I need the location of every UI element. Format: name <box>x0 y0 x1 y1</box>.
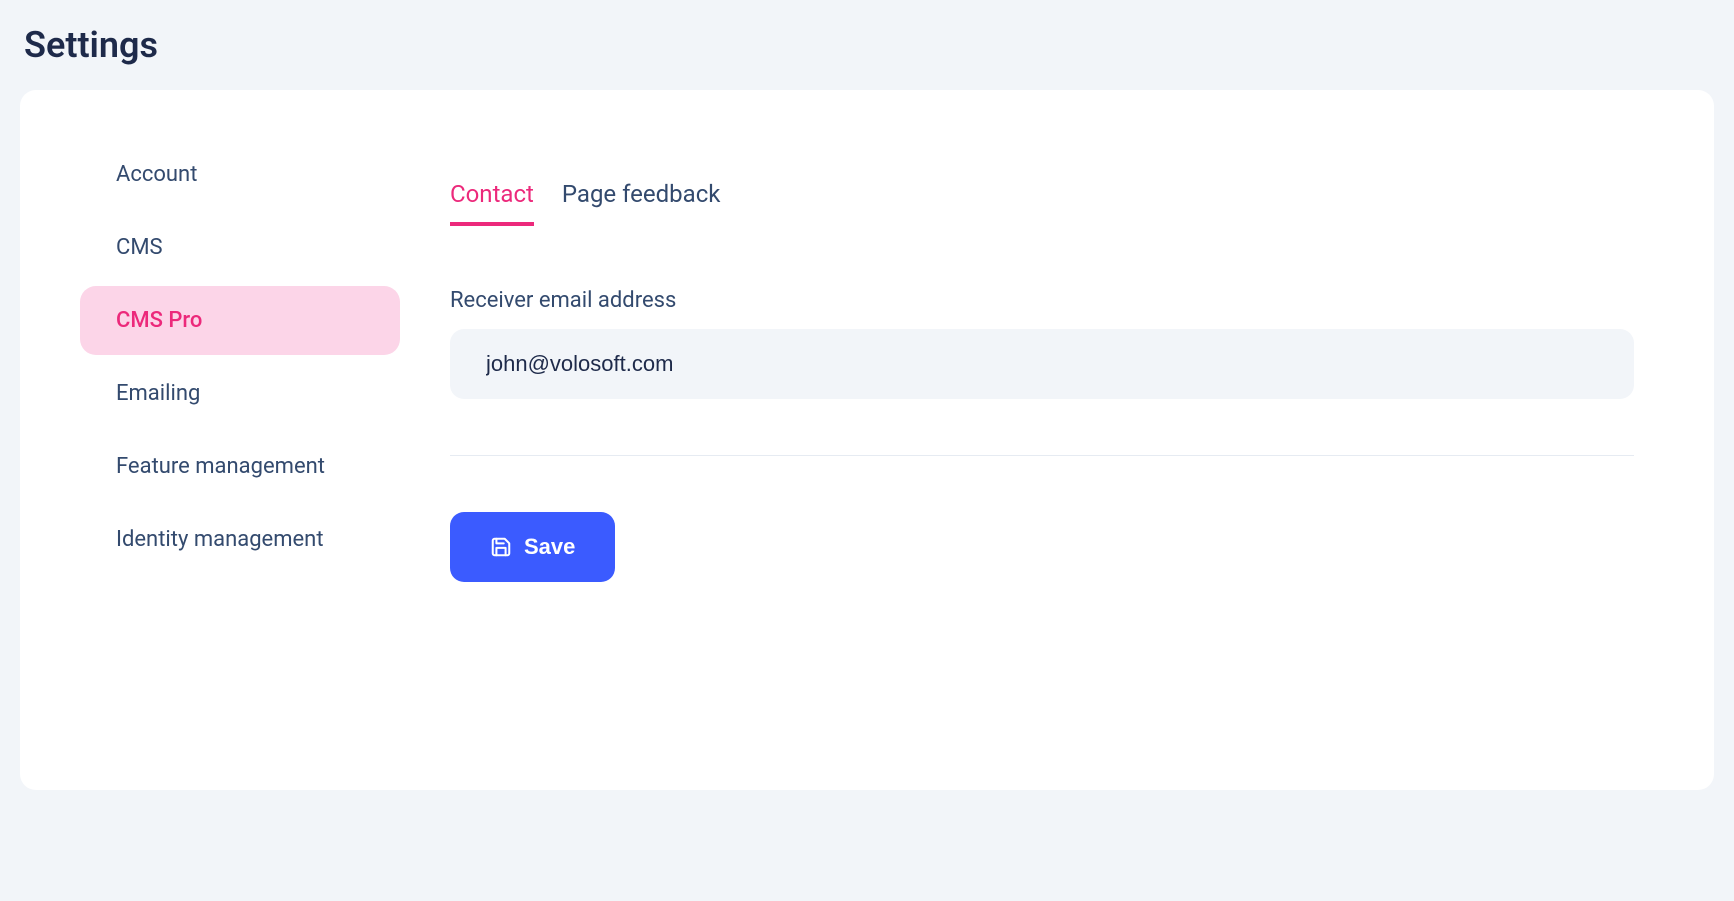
save-button[interactable]: Save <box>450 512 615 582</box>
sidebar-item-label: Identity management <box>116 527 324 552</box>
sidebar-item-account[interactable]: Account <box>80 140 400 209</box>
tab-contact[interactable]: Contact <box>450 180 534 224</box>
divider <box>450 455 1634 456</box>
tabs: Contact Page feedback <box>450 180 1634 224</box>
receiver-email-input[interactable] <box>450 329 1634 399</box>
save-button-label: Save <box>524 534 575 560</box>
sidebar-item-label: CMS <box>116 235 163 260</box>
sidebar-item-label: Emailing <box>116 381 200 406</box>
sidebar-item-label: Feature management <box>116 454 325 479</box>
sidebar-item-label: CMS Pro <box>116 308 202 333</box>
receiver-email-label: Receiver email address <box>450 288 1634 313</box>
main-content: Contact Page feedback Receiver email add… <box>450 140 1634 720</box>
sidebar-item-emailing[interactable]: Emailing <box>80 359 400 428</box>
settings-panel: Account CMS CMS Pro Emailing Feature man… <box>20 90 1714 790</box>
sidebar: Account CMS CMS Pro Emailing Feature man… <box>80 140 400 720</box>
tab-page-feedback[interactable]: Page feedback <box>562 180 721 224</box>
sidebar-item-cms[interactable]: CMS <box>80 213 400 282</box>
tab-label: Contact <box>450 180 534 208</box>
tab-label: Page feedback <box>562 180 721 208</box>
sidebar-item-feature-management[interactable]: Feature management <box>80 432 400 501</box>
sidebar-item-cms-pro[interactable]: CMS Pro <box>80 286 400 355</box>
sidebar-item-identity-management[interactable]: Identity management <box>80 505 400 574</box>
page-title: Settings <box>0 0 1734 90</box>
save-icon <box>490 536 512 558</box>
sidebar-item-label: Account <box>116 162 197 187</box>
